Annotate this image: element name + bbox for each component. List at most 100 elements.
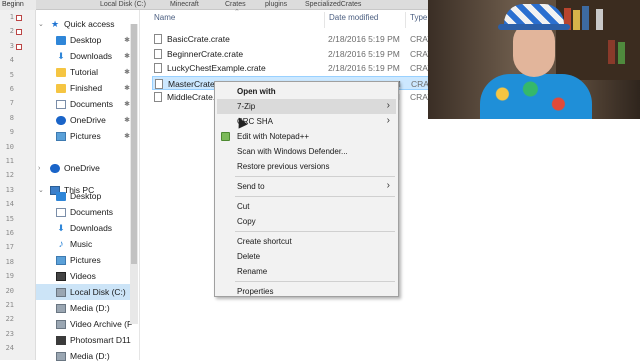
drive-icon xyxy=(56,351,66,361)
fold-marker-icon[interactable] xyxy=(16,43,22,50)
nav-label: OneDrive xyxy=(70,115,106,125)
chevron-right-icon: › xyxy=(386,100,390,111)
documents-icon xyxy=(56,207,66,217)
nav-scrollbar[interactable] xyxy=(130,24,138,324)
column-header-type[interactable]: Type xyxy=(410,13,427,27)
menu-item[interactable]: Send to › xyxy=(217,179,396,194)
nav-label: Pictures xyxy=(70,131,101,141)
line-number: 6 xyxy=(9,85,14,93)
menu-item[interactable]: Create shortcut xyxy=(217,234,396,249)
nav-item[interactable]: ♪ Music xyxy=(36,236,132,252)
menu-separator xyxy=(235,281,395,282)
nav-label: Music xyxy=(70,239,93,249)
downloads-icon: ⬇ xyxy=(57,222,65,233)
nav-item[interactable]: Video Archive (F xyxy=(36,316,132,332)
line-number: 11 xyxy=(5,157,14,165)
menu-item[interactable]: Delete xyxy=(217,249,396,264)
column-header-name[interactable]: Name xyxy=(154,13,175,27)
scrollbar-thumb[interactable] xyxy=(131,24,137,264)
menu-item-label: Delete xyxy=(237,252,261,261)
nav-item[interactable]: OneDrive ✱ xyxy=(36,112,132,128)
nav-item[interactable]: Media (D:) xyxy=(36,300,132,316)
nav-label: Pictures xyxy=(70,255,101,265)
chevron-right-icon: › xyxy=(386,180,390,191)
file-name: BeginnerCrate.crate xyxy=(167,48,244,59)
onedrive-icon xyxy=(50,163,60,173)
webcam-overlay xyxy=(428,0,640,119)
nav-item[interactable]: Finished ✱ xyxy=(36,80,132,96)
nav-label: Quick access xyxy=(64,19,115,29)
menu-item-label: Cut xyxy=(237,202,250,211)
drive-icon xyxy=(56,287,66,297)
breadcrumb-part[interactable]: Crates xyxy=(225,1,246,8)
navigation-pane: ⌄ ★ Quick access Desktop ✱ ⬇ Downloads ✱ Tuto… xyxy=(36,10,140,361)
fold-marker-icon[interactable] xyxy=(16,15,22,21)
menu-separator xyxy=(235,176,395,177)
breadcrumb-part[interactable]: Minecraft xyxy=(170,1,199,8)
nav-label: OneDrive xyxy=(64,163,100,173)
nav-item[interactable]: Documents ✱ xyxy=(36,96,132,112)
presenter-face xyxy=(513,22,555,77)
file-icon xyxy=(154,92,162,102)
nav-onedrive[interactable]: › OneDrive xyxy=(36,160,132,176)
menu-item[interactable]: Cut xyxy=(217,199,396,214)
line-number: 9 xyxy=(9,128,14,137)
nav-item[interactable]: ⬇ Downloads ✱ xyxy=(36,48,132,64)
nav-item[interactable]: Pictures ✱ xyxy=(36,128,132,144)
nav-item[interactable]: ⬇ Downloads xyxy=(36,220,132,236)
file-date: 2/18/2016 5:19 PM xyxy=(328,63,400,73)
menu-item[interactable]: Restore previous versions xyxy=(217,159,396,174)
editor-tab[interactable]: Beginn xyxy=(0,0,36,10)
chevron-right-icon[interactable]: › xyxy=(38,165,40,172)
chevron-down-icon[interactable]: ⌄ xyxy=(38,20,44,28)
nav-item[interactable]: Videos xyxy=(36,268,132,284)
line-number: 18 xyxy=(5,257,14,266)
breadcrumb-part[interactable]: plugins xyxy=(265,1,287,8)
nav-item[interactable]: Pictures xyxy=(36,252,132,268)
line-number: 23 xyxy=(5,329,14,338)
nav-label: Local Disk (C:) xyxy=(70,287,126,297)
menu-item[interactable]: Edit with Notepad++ xyxy=(217,129,396,144)
menu-item-label: Rename xyxy=(237,267,268,276)
line-number: 16 xyxy=(5,229,14,237)
nav-label: Documents xyxy=(70,207,113,217)
menu-item[interactable]: Open with xyxy=(217,84,396,99)
nav-item[interactable]: Desktop xyxy=(36,188,132,204)
menu-item[interactable]: Rename xyxy=(217,264,396,279)
column-divider[interactable] xyxy=(405,12,406,28)
menu-item-label: Copy xyxy=(237,217,256,226)
nav-item[interactable]: Tutorial ✱ xyxy=(36,64,132,80)
menu-item[interactable]: Properties xyxy=(217,284,396,299)
desktop-icon xyxy=(56,35,66,45)
bookshelf xyxy=(556,0,640,80)
line-number: 8 xyxy=(9,113,14,122)
line-number: 10 xyxy=(5,142,14,151)
menu-item[interactable]: Scan with Windows Defender... xyxy=(217,144,396,159)
fold-marker-icon[interactable] xyxy=(16,29,22,36)
file-name: BasicCrate.crate xyxy=(167,34,230,44)
folder-icon xyxy=(56,83,66,93)
menu-item[interactable]: 7-Zip › xyxy=(217,99,396,114)
nav-item[interactable]: Documents xyxy=(36,204,132,220)
menu-item-label: 7-Zip xyxy=(237,102,256,111)
breadcrumb-part[interactable]: SpecializedCrates xyxy=(305,1,361,8)
line-number: 1 xyxy=(9,13,14,21)
breadcrumb-part[interactable]: Local Disk (C:) xyxy=(100,1,146,8)
line-number: 24 xyxy=(5,344,14,353)
menu-separator xyxy=(235,231,395,232)
nav-item[interactable]: Media (D:) xyxy=(36,348,132,364)
presenter-hat-brim xyxy=(498,24,570,30)
line-number: 13 xyxy=(5,185,14,194)
nav-label: Videos xyxy=(70,271,96,281)
nav-item[interactable]: Photosmart D11 xyxy=(36,332,132,348)
drive-icon xyxy=(56,303,66,313)
column-header-date[interactable]: Date modified xyxy=(329,13,378,27)
file-icon xyxy=(154,63,162,73)
nav-item[interactable]: Desktop ✱ xyxy=(36,32,132,48)
menu-item[interactable]: Copy xyxy=(217,214,396,229)
line-number: 12 xyxy=(5,171,14,180)
column-divider[interactable] xyxy=(324,12,325,28)
onedrive-icon xyxy=(56,115,66,125)
nav-quick-access[interactable]: ⌄ ★ Quick access xyxy=(36,16,132,32)
nav-item[interactable]: Local Disk (C:) xyxy=(36,284,132,300)
